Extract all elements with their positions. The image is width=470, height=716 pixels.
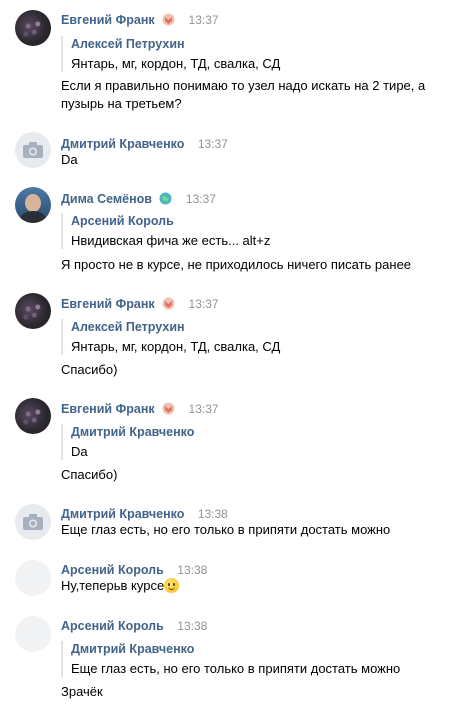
message-text: Если я правильно понимаю то узел надо ис…: [61, 78, 426, 111]
quote-text: Еще глаз есть, но его только в припяти д…: [71, 661, 401, 676]
quoted-message[interactable]: Алексей Петрухин Янтарь, мг, кордон, ТД,…: [61, 36, 280, 72]
message-text: Da: [61, 152, 78, 167]
message-time[interactable]: 13:38: [177, 563, 207, 577]
message: Евгений Франк 13:37 Алексей Петрухин Янт…: [0, 10, 470, 120]
ribbon-badge-icon: [162, 402, 175, 415]
message-text: Спасибо): [61, 467, 118, 482]
globe-badge-icon: [159, 192, 172, 205]
avatar[interactable]: [15, 560, 51, 596]
quoted-message[interactable]: Алексей Петрухин Янтарь, мг, кордон, ТД,…: [61, 319, 280, 355]
message-time[interactable]: 13:37: [186, 192, 216, 206]
message-header: Арсений Король 13:38: [61, 561, 207, 577]
quote-author[interactable]: Алексей Петрухин: [71, 319, 280, 335]
quoted-message[interactable]: Дмитрий Кравченко Еще глаз есть, но его …: [61, 641, 400, 677]
message-feed: Евгений Франк 13:37 Алексей Петрухин Янт…: [0, 0, 470, 716]
avatar[interactable]: [15, 504, 51, 540]
message-time[interactable]: 13:38: [198, 507, 228, 521]
message-header: Дмитрий Кравченко 13:37: [61, 135, 228, 151]
message-text: Ну,теперьв курсе: [61, 578, 165, 593]
smiling-face-emoji-icon: [164, 578, 180, 593]
quote-author[interactable]: Алексей Петрухин: [71, 36, 280, 52]
message-header: Евгений Франк 13:37: [61, 400, 219, 416]
author-name[interactable]: Евгений Франк: [61, 13, 155, 27]
message: Дмитрий Кравченко 13:37 Da: [0, 131, 470, 171]
avatar[interactable]: [15, 293, 51, 329]
quote-text: Янтарь, мг, кордон, ТД, свалка, СД: [71, 339, 281, 354]
message-header: Евгений Франк 13:37: [61, 11, 219, 27]
message: Евгений Франк 13:37 Дмитрий Кравченко Da…: [0, 398, 470, 488]
quote-text: Нвидивская фича же есть... alt+z: [71, 233, 271, 248]
author-name[interactable]: Евгений Франк: [61, 402, 155, 416]
quote-author[interactable]: Дмитрий Кравченко: [71, 641, 400, 657]
message-header: Арсений Король 13:38: [61, 617, 207, 633]
message-header: Дима Семёнов 13:37: [61, 190, 216, 206]
author-name[interactable]: Дмитрий Кравченко: [61, 507, 184, 521]
quote-text: Da: [71, 444, 88, 459]
message-header: Евгений Франк 13:37: [61, 295, 219, 311]
ribbon-badge-icon: [162, 297, 175, 310]
quoted-message[interactable]: Арсений Король Нвидивская фича же есть..…: [61, 213, 270, 249]
message-text: Зрачёк: [61, 684, 103, 699]
message: Арсений Король 13:38 Ну,теперьв курсе: [0, 559, 470, 599]
message-time[interactable]: 13:38: [177, 619, 207, 633]
author-name[interactable]: Дима Семёнов: [61, 192, 152, 206]
message-time[interactable]: 13:37: [189, 402, 219, 416]
message: Арсений Король 13:38 Дмитрий Кравченко Е…: [0, 615, 470, 705]
message-time[interactable]: 13:37: [189, 13, 219, 27]
message-text: Спасибо): [61, 362, 118, 377]
author-name[interactable]: Евгений Франк: [61, 297, 155, 311]
avatar[interactable]: [15, 398, 51, 434]
camera-icon: [23, 514, 43, 530]
ribbon-badge-icon: [162, 13, 175, 26]
author-name[interactable]: Дмитрий Кравченко: [61, 137, 184, 151]
quote-text: Янтарь, мг, кордон, ТД, свалка, СД: [71, 56, 281, 71]
message-time[interactable]: 13:37: [198, 137, 228, 151]
avatar[interactable]: [15, 132, 51, 168]
message-time[interactable]: 13:37: [189, 297, 219, 311]
avatar[interactable]: [15, 616, 51, 652]
message-text: Я просто не в курсе, не приходилось ниче…: [61, 257, 412, 272]
author-name[interactable]: Арсений Король: [61, 619, 164, 633]
author-name[interactable]: Арсений Король: [61, 563, 164, 577]
message: Евгений Франк 13:37 Алексей Петрухин Янт…: [0, 293, 470, 383]
quote-author[interactable]: Дмитрий Кравченко: [71, 424, 194, 440]
avatar[interactable]: [15, 187, 51, 223]
quote-author[interactable]: Арсений Король: [71, 213, 270, 229]
quoted-message[interactable]: Дмитрий Кравченко Da: [61, 424, 194, 460]
message-text-container: Ну,теперьв курсе: [61, 577, 451, 595]
camera-icon: [23, 142, 43, 158]
message: Дмитрий Кравченко 13:38 Еще глаз есть, н…: [0, 503, 470, 543]
message-header: Дмитрий Кравченко 13:38: [61, 505, 228, 521]
message-text: Еще глаз есть, но его только в припяти д…: [61, 522, 391, 537]
avatar[interactable]: [15, 10, 51, 46]
message: Дима Семёнов 13:37 Арсений Король Нвидив…: [0, 186, 470, 276]
